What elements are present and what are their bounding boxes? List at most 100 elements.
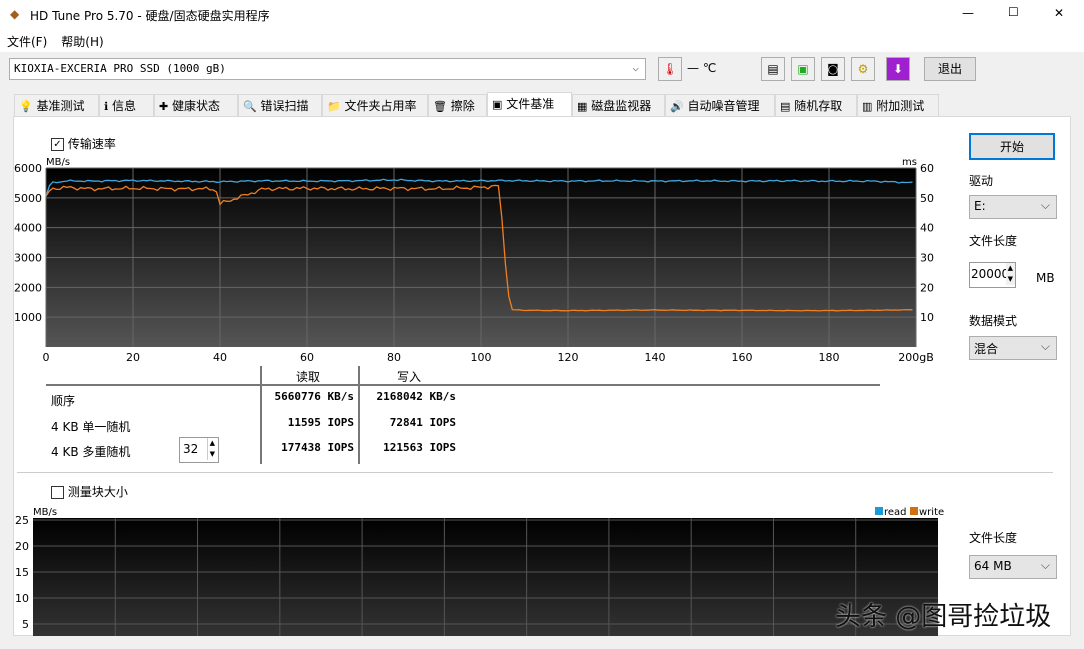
temperature-value: — ℃ <box>687 61 717 75</box>
y2-axis-label: ms <box>902 157 917 168</box>
speaker-icon: 🔊 <box>670 100 684 113</box>
tab-2[interactable]: ✚ 健康状态 <box>154 94 238 116</box>
divider <box>46 384 880 386</box>
y-tick-label: 15 <box>15 566 29 579</box>
result-write: 2168042 KB/s <box>376 390 456 403</box>
data-mode-label: 数据模式 <box>969 314 1018 328</box>
options-icon[interactable]: ⚙ <box>851 57 875 81</box>
stepper-arrows[interactable]: ▲ ▼ <box>1005 263 1015 285</box>
minimize-button[interactable]: — <box>962 6 974 20</box>
y-tick-label: 6000 <box>14 162 42 175</box>
tab-label: 文件基准 <box>506 97 555 111</box>
legend-read-swatch <box>875 507 883 515</box>
tab-label: 随机存取 <box>794 99 843 113</box>
tab-6[interactable]: ▣ 文件基准 <box>487 92 572 117</box>
app-icon: ◆ <box>10 7 20 21</box>
window-title: HD Tune Pro 5.70 - 硬盘/固态硬盘实用程序 <box>30 9 270 23</box>
y-tick-label: 1000 <box>14 311 42 324</box>
result-write: 72841 IOPS <box>389 416 456 429</box>
transfer-rate-chart: 0 20 40 60 80 100 120 140 160 180 200gB 1000 2000 300… <box>14 157 934 364</box>
close-button[interactable]: ✕ <box>1054 6 1064 20</box>
tab-label: 错误扫描 <box>260 99 309 113</box>
data-mode-value: 混合 <box>974 342 999 356</box>
result-row-label: 4 KB 多重随机 <box>51 445 131 459</box>
y-tick-label: 10 <box>15 592 29 605</box>
download-icon[interactable]: ⬇ <box>886 57 910 81</box>
tab-8[interactable]: 🔊 自动噪音管理 <box>665 94 775 116</box>
tab-0[interactable]: 💡 基准测试 <box>14 94 99 116</box>
y2-tick-label: 20 <box>920 281 934 294</box>
y-tick-label: 5 <box>22 618 29 631</box>
result-read: 11595 IOPS <box>287 416 354 429</box>
camera-icon[interactable]: ◙ <box>821 57 845 81</box>
menu-file[interactable]: 文件(F) <box>0 30 54 53</box>
tab-label: 基准测试 <box>36 99 85 113</box>
random-access-icon: ▤ <box>780 100 791 113</box>
y-tick-label: 2000 <box>14 281 42 294</box>
tab-5[interactable]: 🗑 擦除 <box>428 94 487 116</box>
block-size-checkbox[interactable]: 测量块大小 <box>51 483 128 500</box>
transfer-rate-label: 传输速率 <box>67 137 116 151</box>
stepper-arrows[interactable]: ▲ ▼ <box>206 438 217 460</box>
title-bar: ◆ HD Tune Pro 5.70 - 硬盘/固态硬盘实用程序 — ☐ ✕ <box>0 0 1084 30</box>
menu-bar: 文件(F) 帮助(H) <box>0 30 1084 52</box>
x-tick-label: 180 <box>819 351 840 364</box>
thermometer-icon: 🌡 <box>658 57 682 81</box>
x-tick-label: 40 <box>213 351 227 364</box>
bulb-icon: 💡 <box>19 100 33 113</box>
x-tick-label: 140 <box>645 351 666 364</box>
queue-depth-stepper[interactable]: 32 ▲ ▼ <box>179 437 219 463</box>
x-tick-label: 60 <box>300 351 314 364</box>
block-file-length-dropdown[interactable]: 64 MB <box>969 555 1057 579</box>
file-length-label: 文件长度 <box>969 234 1018 248</box>
y-tick-label: 25 <box>15 514 29 527</box>
copy-icon[interactable]: ▤ <box>761 57 785 81</box>
drive-label: 驱动 <box>969 174 994 188</box>
tab-1[interactable]: ℹ 信息 <box>99 94 154 116</box>
tab-label: 擦除 <box>450 99 475 113</box>
tab-7[interactable]: ▦ 磁盘监视器 <box>572 94 665 116</box>
file-length-input[interactable]: 200000 ▲ ▼ <box>969 262 1016 288</box>
tab-9[interactable]: ▤ 随机存取 <box>775 94 857 116</box>
y-tick-label: 4000 <box>14 222 42 235</box>
y2-tick-label: 10 <box>920 311 934 324</box>
magnifier-icon: 🔍 <box>243 100 257 113</box>
watermark: 头条 @图哥捡垃圾 <box>835 602 1052 632</box>
menu-help[interactable]: 帮助(H) <box>54 30 110 53</box>
y-tick-label: 3000 <box>14 252 42 265</box>
drive-dropdown[interactable]: E: <box>969 195 1057 219</box>
y2-tick-label: 60 <box>920 162 934 175</box>
tab-4[interactable]: 📁 文件夹占用率 <box>322 94 428 116</box>
maximize-button[interactable]: ☐ <box>1008 5 1019 19</box>
divider <box>358 366 360 464</box>
x-tick-label: 20 <box>126 351 140 364</box>
block-file-length-label: 文件长度 <box>969 531 1018 545</box>
x-tick-label: 0 <box>43 351 50 364</box>
tab-10[interactable]: ▥ 附加测试 <box>857 94 939 116</box>
y2-tick-label: 40 <box>920 222 934 235</box>
y2-tick-label: 30 <box>920 252 934 265</box>
x-tick-label: 100 <box>471 351 492 364</box>
result-read: 5660776 KB/s <box>274 390 354 403</box>
data-mode-dropdown[interactable]: 混合 <box>969 336 1057 360</box>
block-size-chart: 5 10 15 20 25 MB/s read write <box>15 507 944 636</box>
tab-label: 健康状态 <box>172 99 221 113</box>
copy-screen-icon[interactable]: ▣ <box>791 57 815 81</box>
y-tick-label: 5000 <box>14 192 42 205</box>
x-tick-label: 80 <box>387 351 401 364</box>
drive-select[interactable]: KIOXIA-EXCERIA PRO SSD (1000 gB) <box>9 58 646 80</box>
x-tick-label: 200gB <box>898 351 934 364</box>
exit-button[interactable]: 退出 <box>924 57 976 81</box>
legend-write: write <box>919 507 944 518</box>
trash-icon: 🗑 <box>433 100 447 113</box>
result-read: 177438 IOPS <box>281 441 354 454</box>
divider <box>260 366 262 464</box>
folder-icon: 📁 <box>327 100 341 113</box>
tab-3[interactable]: 🔍 错误扫描 <box>238 94 322 116</box>
legend-read: read <box>884 507 907 518</box>
start-button[interactable]: 开始 <box>969 133 1055 160</box>
separator <box>17 472 1053 473</box>
result-row-label: 顺序 <box>51 394 76 408</box>
x-tick-label: 120 <box>558 351 579 364</box>
file-benchmark-icon: ▣ <box>492 98 503 111</box>
